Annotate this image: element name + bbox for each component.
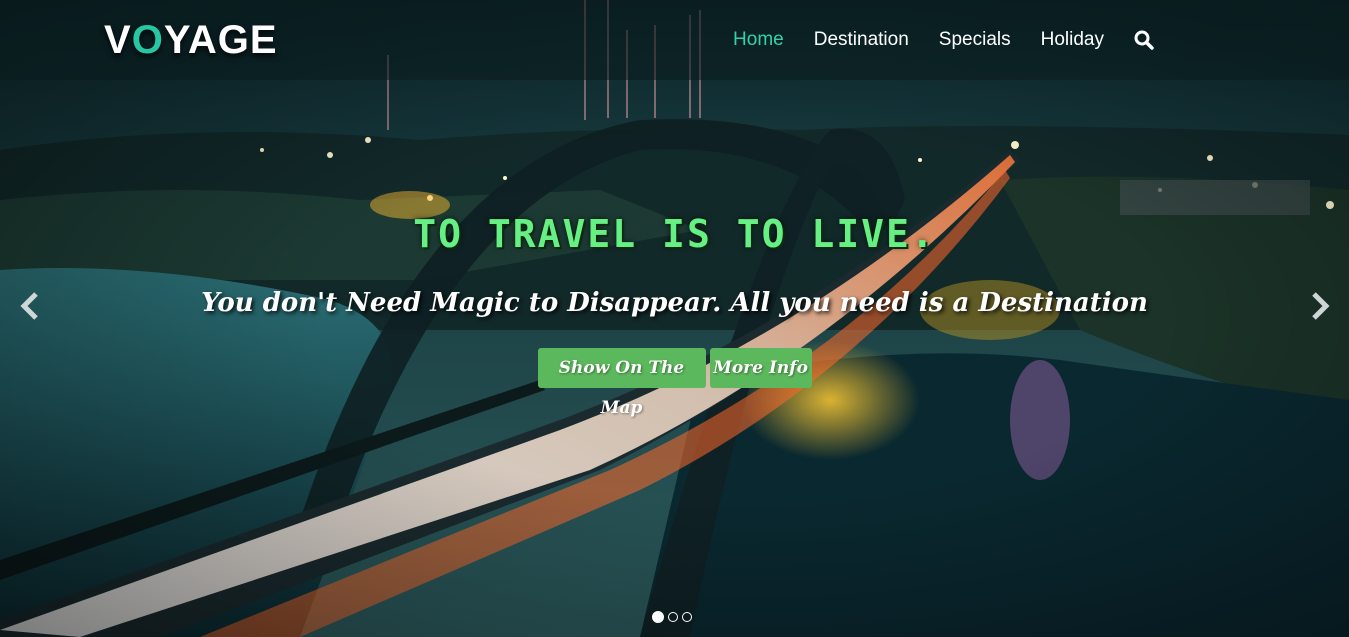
- more-info-button[interactable]: More Info: [709, 348, 812, 388]
- carousel-indicators: [652, 611, 692, 623]
- slide-tagline: You don't Need Magic to Disappear. All y…: [201, 288, 1148, 318]
- nav-item-specials[interactable]: Specials: [924, 29, 1026, 51]
- nav-item-holiday[interactable]: Holiday: [1026, 29, 1119, 51]
- hero-background: [0, 0, 1349, 637]
- nav-item-home[interactable]: Home: [718, 29, 799, 51]
- logo-text-accent: O: [131, 18, 164, 62]
- search-icon[interactable]: [1119, 30, 1169, 50]
- main-nav: Home Destination Specials Holiday: [718, 0, 1169, 80]
- slide-buttons: Show On The Map More Info: [0, 348, 1349, 418]
- chevron-left-icon[interactable]: [12, 286, 52, 326]
- show-on-map-button[interactable]: Show On The Map: [537, 348, 706, 418]
- logo-text-suffix: YAGE: [163, 18, 278, 62]
- chevron-right-icon[interactable]: [1300, 286, 1340, 326]
- carousel-dot-1[interactable]: [652, 611, 664, 623]
- slide-headline: TO TRAVEL IS TO LIVE.: [413, 212, 936, 256]
- brand-logo[interactable]: VOYAGE: [104, 18, 278, 62]
- nav-item-destination[interactable]: Destination: [799, 29, 924, 51]
- carousel-dot-3[interactable]: [682, 612, 692, 622]
- top-navbar: VOYAGE Home Destination Specials Holiday: [0, 0, 1349, 80]
- carousel-dot-2[interactable]: [668, 612, 678, 622]
- logo-text-prefix: V: [104, 18, 132, 62]
